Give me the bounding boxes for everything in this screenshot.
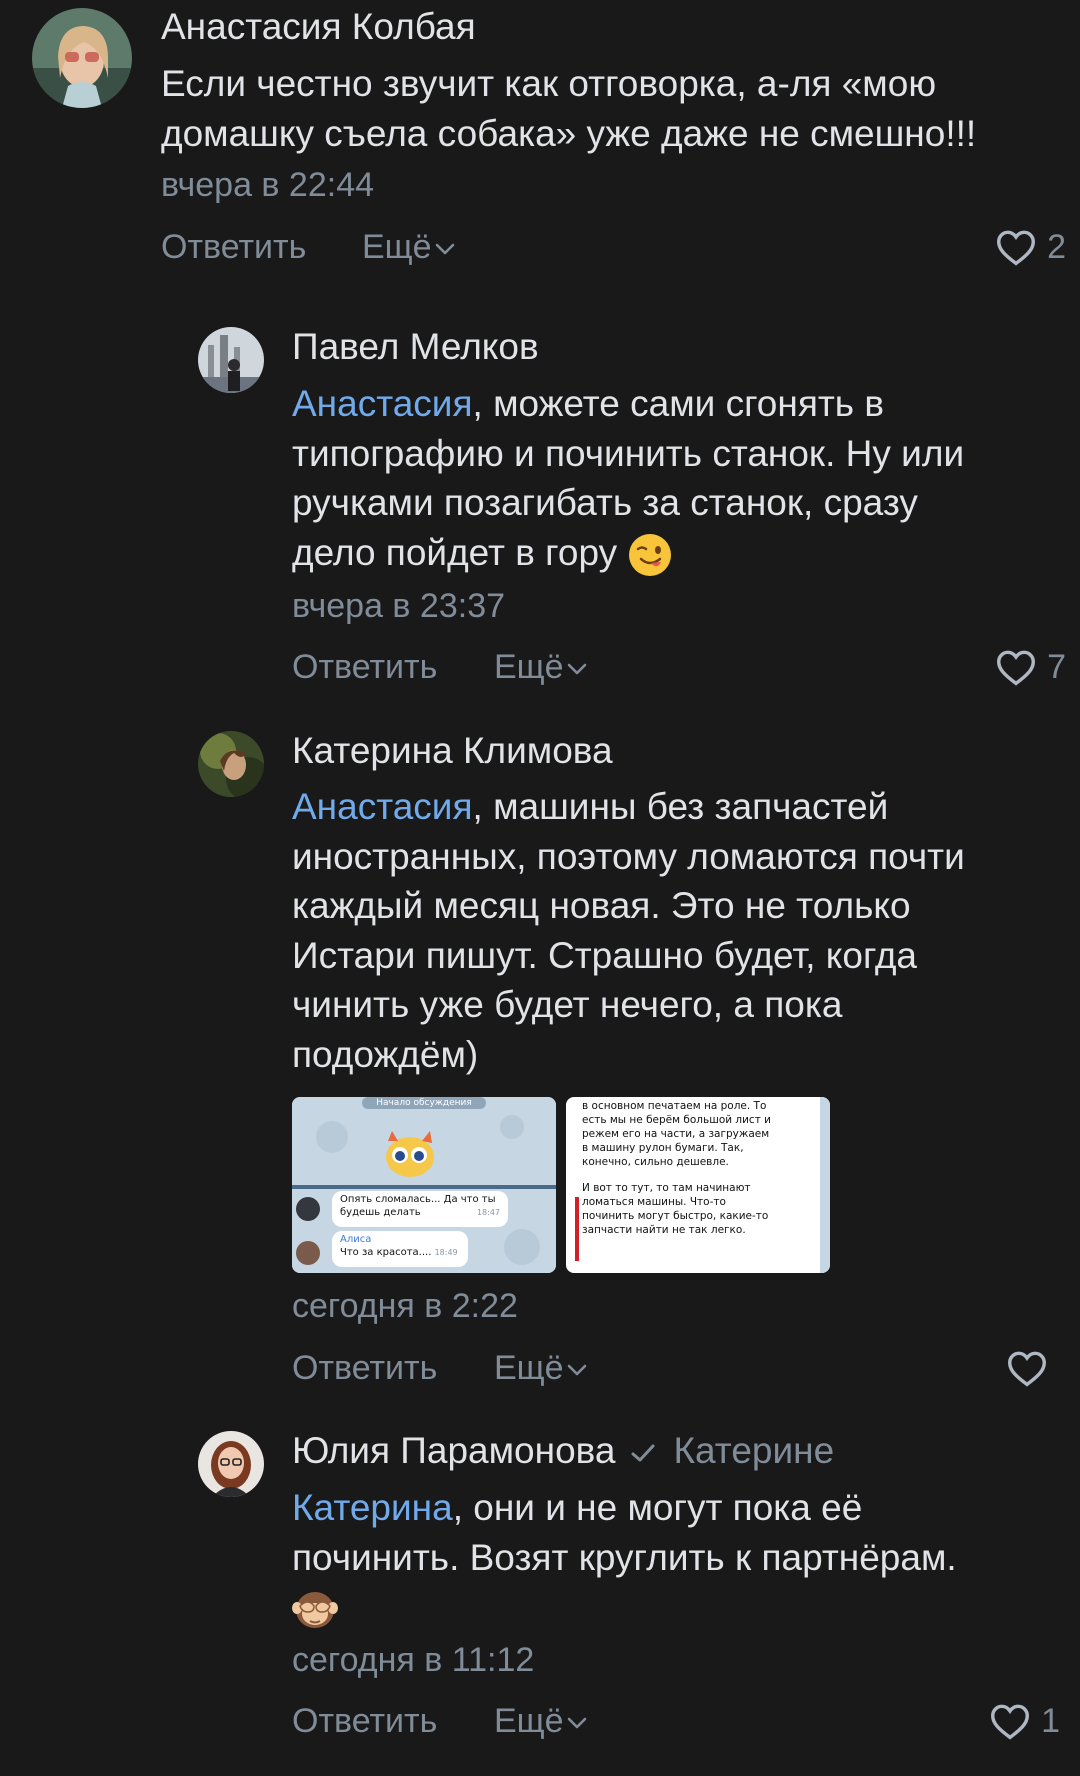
chat-message: Опять сломалась... Да что ты будешь дела… [340,1194,500,1218]
like-count: 7 [1047,647,1066,686]
timestamp: сегодня в 2:22 [292,1287,518,1325]
text-line: Анастасия, машины без запчастей [292,786,889,827]
timestamp: вчера в 22:44 [161,166,375,204]
author-name[interactable]: Павел Мелков [292,326,539,368]
photo-attachment-2[interactable]: в основном печатаем на роле. То есть мы … [566,1097,830,1273]
text-line: Анастасия, можете сами сгонять в [292,383,885,424]
heart-icon [991,1704,1030,1740]
reply-button[interactable]: Ответить [292,1349,437,1388]
reply-button[interactable]: Ответить [292,648,437,687]
more-button[interactable]: Ещё [362,228,456,267]
author-name-text[interactable]: Юлия Парамонова [292,1430,615,1471]
discussion-header: Начало обсуждения [376,1098,472,1108]
text-line: ручками позагибать за станок, сразу [292,482,918,523]
avatar[interactable] [198,731,264,797]
author-name[interactable]: Катерина Климова [292,730,613,772]
comment-text: Анастасия, машины без запчастей иностран… [292,782,1052,1079]
chevron-down-icon [567,1364,586,1376]
more-label: Ещё [362,228,432,266]
wink-tongue-emoji-icon [629,533,672,576]
text-line: Катерина, они и не могут пока её [292,1487,863,1528]
text-line: чинить уже будет нечего, а пока [292,984,843,1025]
text-line: починить. Возят круглить к партнёрам. [292,1536,957,1578]
like-count: 2 [1047,227,1066,266]
timestamp: сегодня в 11:12 [292,1641,535,1679]
more-button[interactable]: Ещё [494,1349,588,1388]
like-count: 1 [1041,1701,1060,1740]
text-line [292,1582,1052,1632]
chevron-down-icon [567,1717,586,1729]
check-icon [631,1444,655,1462]
screenshot-text: в основном печатаем на роле. То есть мы … [582,1100,771,1236]
comment-text: Если честно звучит как отговорка, а-ля «… [161,59,1041,158]
like-button[interactable]: 2 [995,225,1066,269]
see-no-evil-monkey-emoji-icon [292,1592,338,1629]
heart-icon [997,230,1036,266]
text-line: типографию и починить станок. Ну или [292,432,965,474]
like-button[interactable]: 1 [989,1699,1060,1743]
text-line: домашку съела собака» уже даже не смешно… [161,112,977,154]
author-name[interactable]: Анастасия Колбая [161,6,476,48]
photo-attachment-1[interactable]: Начало обсуждения Опять сломалась... Да … [292,1097,556,1273]
reply-button[interactable]: Ответить [161,228,306,267]
avatar[interactable] [32,8,132,108]
chat-message: Алиса Что за красота.... 18:49 [340,1234,458,1258]
mention-link[interactable]: Анастасия [292,786,473,827]
avatar[interactable] [198,327,264,393]
timestamp: вчера в 23:37 [292,587,506,625]
more-button[interactable]: Ещё [494,648,588,687]
heart-icon [1007,1351,1047,1387]
avatar[interactable] [198,1431,264,1497]
more-label: Ещё [494,1702,564,1740]
mention-link[interactable]: Анастасия [292,383,473,424]
text-line: дело пойдет в гору [292,528,1052,578]
like-button[interactable]: 7 [995,645,1066,689]
reply-button[interactable]: Ответить [292,1702,437,1741]
mention-link[interactable]: Катерина [292,1487,453,1528]
more-label: Ещё [494,1349,564,1387]
more-label: Ещё [494,648,564,686]
text-line: Истари пишут. Страшно будет, когда [292,934,917,976]
heart-icon [997,650,1036,686]
text-line: иностранных, поэтому ломаются почти [292,835,965,877]
reply-to-link[interactable]: Катерине [673,1430,834,1471]
like-button[interactable] [1006,1346,1048,1390]
more-button[interactable]: Ещё [494,1702,588,1741]
text-line: подождём) [292,1033,479,1075]
chevron-down-icon [435,243,454,255]
comment-text: Анастасия, можете сами сгонять в типогра… [292,379,1052,578]
chevron-down-icon [567,663,586,675]
author-name: Юлия Парамонова Катерине [292,1430,834,1472]
comment-text: Катерина, они и не могут пока её починит… [292,1483,1052,1632]
text-line: Если честно звучит как отговорка, а-ля «… [161,63,937,104]
text-line: каждый месяц новая. Это не только [292,885,911,926]
